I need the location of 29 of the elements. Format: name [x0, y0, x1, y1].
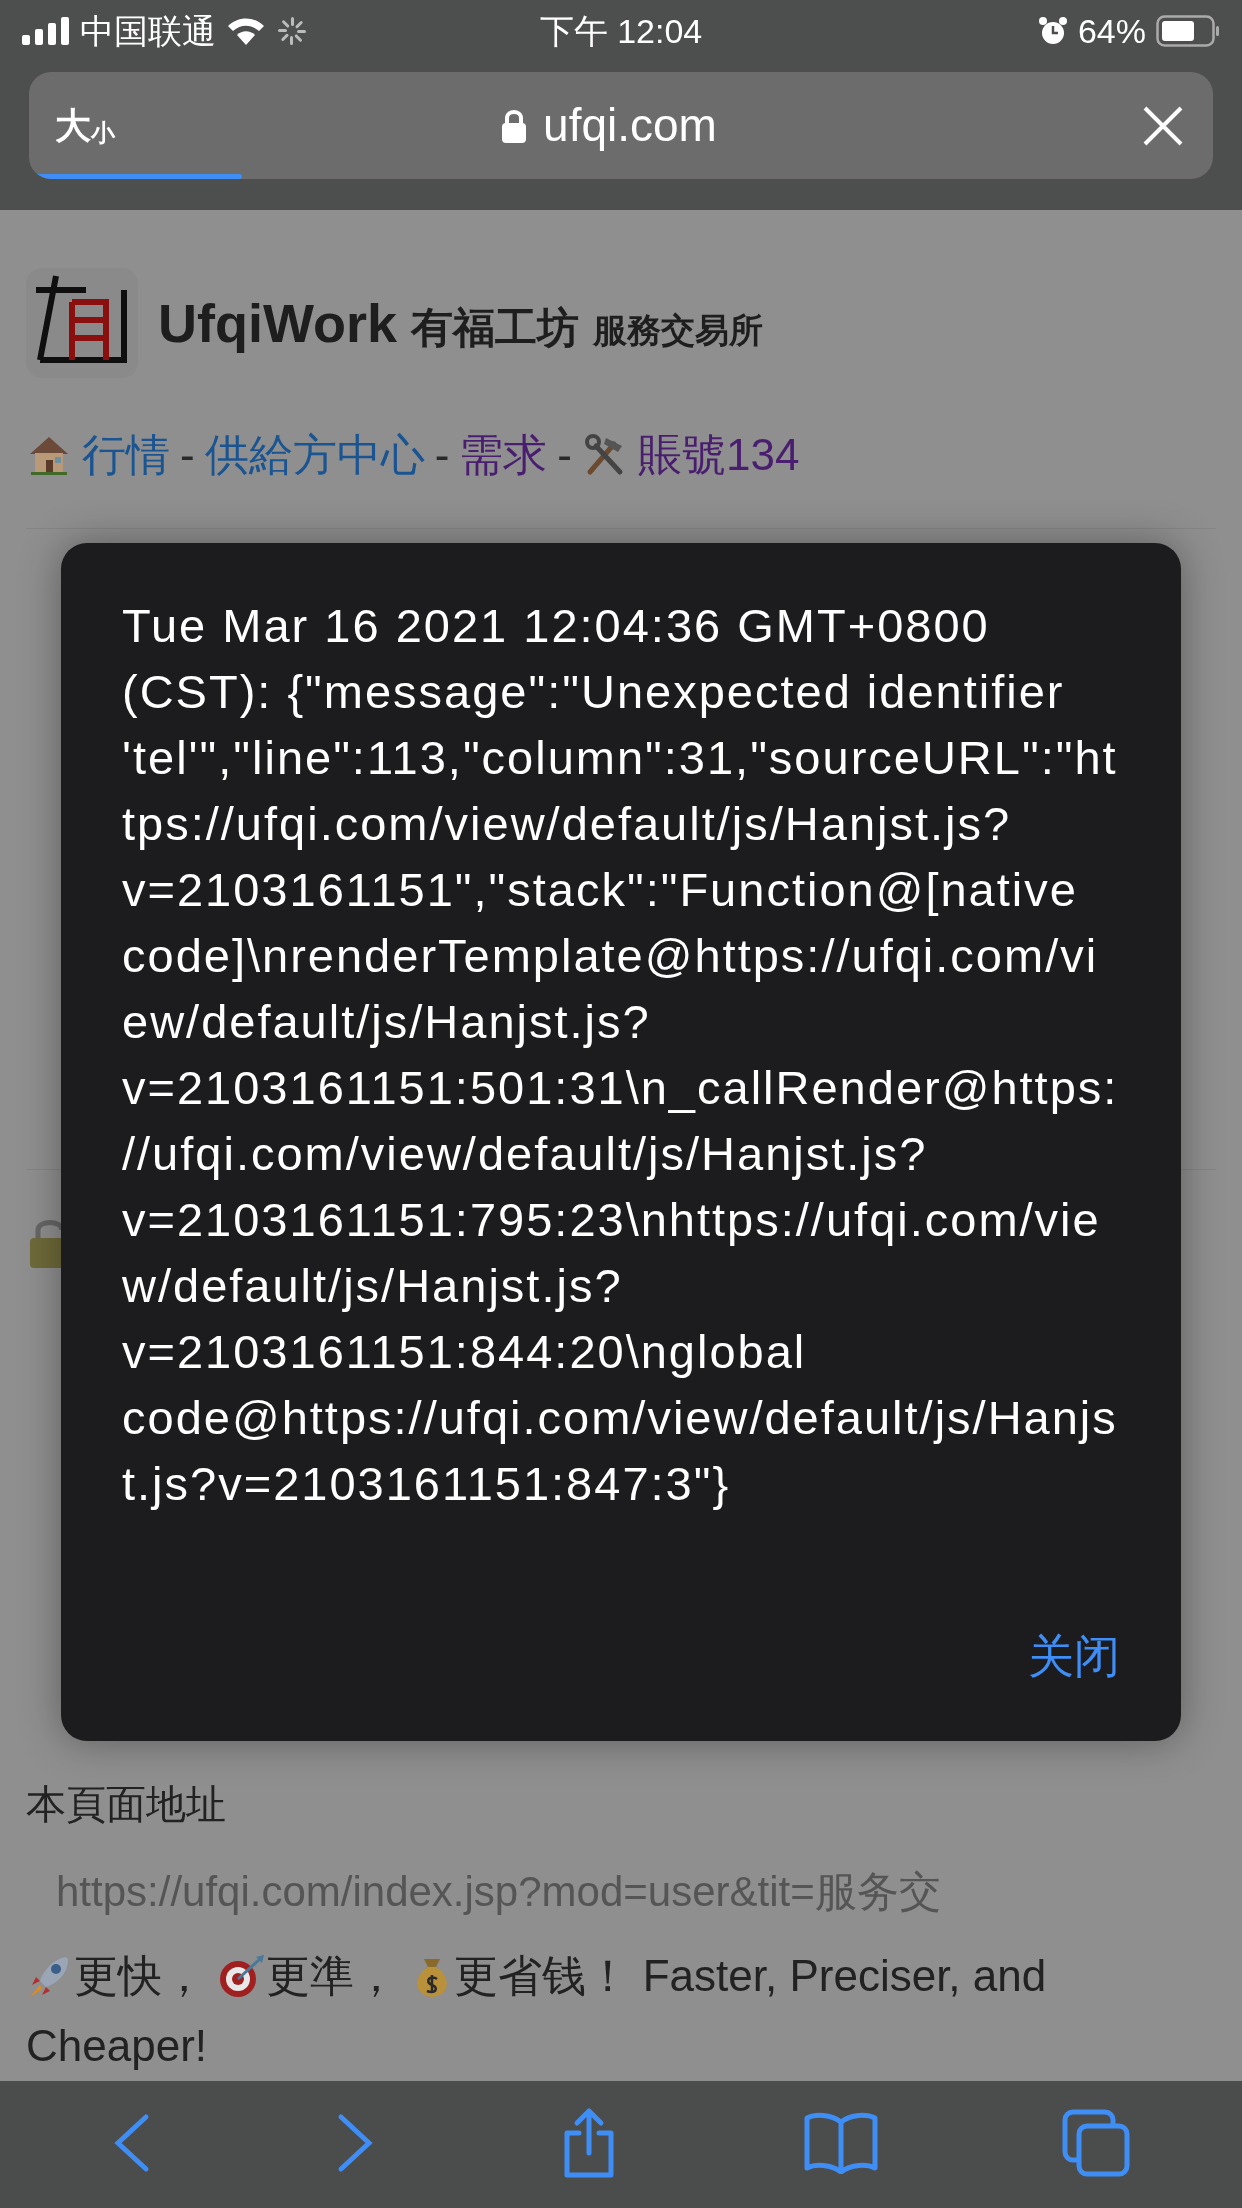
address-bar[interactable]: 大小 ufqi.com: [29, 72, 1213, 179]
alert-message: Tue Mar 16 2021 12:04:36 GMT+0800 (CST): {"message":"Unexpected identifier 'tel'","line":113,"column":31,"sourceURL":"https://ufqi.com/view/default/js/Hanjst.js?v=2103161151","stack":"Function@[native code]\nrenderTemplate@https://ufqi.com/view/default/js/Hanjst.js?v=2103161151:501:31\n_callRender@https://ufqi.com/view/default/js/Hanjst.js?v=2103161151:795:23\nhttps://ufqi.com/view/default/js/Hanjst.js?v=2103161151:844:20\nglobal code@https://ufqi.com/view/default/js/Hanjst.js?v=2103161151:847:3"}: [122, 598, 1120, 1512]
nav-link[interactable]: 賬號134: [637, 422, 800, 488]
nav-link[interactable]: 需求: [459, 422, 548, 488]
nav-separator: -: [180, 429, 195, 481]
carrier-name: 中国联通: [80, 10, 216, 52]
text-size-large[interactable]: 大: [55, 98, 91, 153]
slogan-text: 更快， 更準， 更省钱！ Faster, Preciser, and Cheaper!: [26, 1950, 1048, 2072]
signal-icon: [22, 17, 70, 45]
page-address-url: https://ufqi.com/index.jsp?mod=user&tit=服务交: [55, 1867, 942, 1917]
battery-icon: [1156, 15, 1220, 47]
alarm-clock-icon: [1037, 16, 1068, 46]
lock-icon: [501, 107, 528, 144]
tabs-icon[interactable]: [1062, 2109, 1131, 2177]
close-button[interactable]: 关闭: [1018, 1622, 1130, 1691]
loading-spinner-icon: [276, 15, 308, 47]
page-address-label: 本頁面地址: [26, 1781, 227, 1828]
close-icon[interactable]: [1143, 105, 1183, 146]
battery-percentage: 64%: [1077, 10, 1146, 52]
bookmarks-icon[interactable]: [802, 2112, 879, 2174]
clock-time: 下午 12:04: [538, 10, 704, 52]
site-name: 有福工坊: [411, 302, 579, 353]
nav-separator: -: [434, 429, 450, 481]
wifi-icon: [226, 16, 266, 46]
url-text: ufqi.com: [543, 98, 717, 153]
brand-name: UfqiWork: [158, 291, 397, 355]
text-size-small[interactable]: 小: [91, 114, 115, 151]
nav-separator: -: [557, 429, 572, 481]
site-tagline: 服務交易所: [593, 309, 763, 351]
